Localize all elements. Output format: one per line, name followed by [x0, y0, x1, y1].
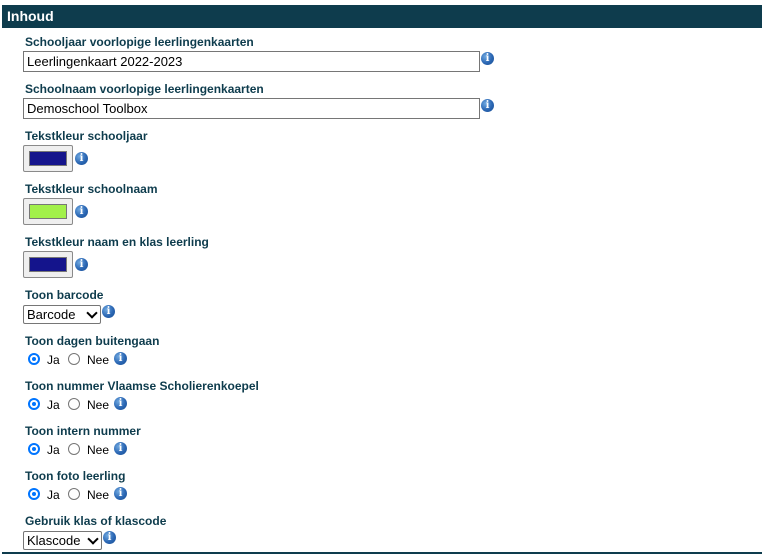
dagen-buitengaan-nee-radio[interactable] — [68, 353, 80, 365]
section-header: Inhoud — [2, 5, 762, 28]
foto-leerling-ja-label: Ja — [47, 488, 60, 502]
intern-nummer-label: Toon intern nummer — [25, 424, 141, 438]
foto-leerling-info-icon[interactable]: i — [114, 487, 127, 500]
barcode-select[interactable]: Barcode — [23, 305, 101, 324]
kleur-schooljaar-picker[interactable] — [23, 145, 73, 172]
kleur-leerling-label: Tekstkleur naam en klas leerling — [25, 235, 209, 249]
klas-klascode-select[interactable]: Klascode — [23, 531, 102, 550]
section-bottom-border — [2, 552, 762, 554]
klas-klascode-select-value: Klascode — [27, 533, 81, 548]
barcode-label: Toon barcode — [25, 288, 104, 302]
kleur-schoolnaam-picker[interactable] — [23, 198, 73, 225]
kleur-leerling-picker[interactable] — [23, 251, 73, 278]
schooljaar-label: Schooljaar voorlopige leerlingenkaarten — [25, 35, 254, 49]
barcode-info-icon[interactable]: i — [102, 305, 115, 318]
nummer-vsk-info-icon[interactable]: i — [114, 397, 127, 410]
schoolnaam-label: Schoolnaam voorlopige leerlingenkaarten — [25, 82, 264, 96]
foto-leerling-ja-radio[interactable] — [28, 488, 40, 500]
barcode-select-value: Barcode — [27, 307, 76, 322]
schooljaar-info-icon[interactable]: i — [481, 52, 494, 65]
kleur-schooljaar-fill — [29, 151, 67, 166]
section-title: Inhoud — [7, 8, 54, 24]
dagen-buitengaan-info-icon[interactable]: i — [114, 352, 127, 365]
klas-klascode-info-icon[interactable]: i — [103, 531, 116, 544]
dagen-buitengaan-label: Toon dagen buitengaan — [25, 334, 160, 348]
foto-leerling-label: Toon foto leerling — [25, 469, 126, 483]
kleur-schoolnaam-info-icon[interactable]: i — [75, 205, 88, 218]
chevron-down-icon — [87, 533, 99, 545]
schoolnaam-info-icon[interactable]: i — [481, 99, 494, 112]
nummer-vsk-ja-label: Ja — [47, 398, 60, 412]
kleur-schoolnaam-label: Tekstkleur schoolnaam — [25, 182, 158, 196]
schoolnaam-input[interactable] — [23, 98, 480, 119]
nummer-vsk-nee-label: Nee — [87, 398, 110, 412]
kleur-leerling-fill — [29, 257, 67, 272]
intern-nummer-info-icon[interactable]: i — [114, 442, 127, 455]
kleur-schooljaar-label: Tekstkleur schooljaar — [25, 129, 148, 143]
foto-leerling-nee-radio[interactable] — [68, 488, 80, 500]
dagen-buitengaan-ja-radio[interactable] — [28, 353, 40, 365]
intern-nummer-nee-radio[interactable] — [68, 443, 80, 455]
dagen-buitengaan-ja-label: Ja — [47, 353, 60, 367]
nummer-vsk-label: Toon nummer Vlaamse Scholierenkoepel — [25, 379, 259, 393]
foto-leerling-nee-label: Nee — [87, 488, 110, 502]
schooljaar-input[interactable] — [23, 51, 480, 72]
nummer-vsk-ja-radio[interactable] — [28, 398, 40, 410]
dagen-buitengaan-nee-label: Nee — [87, 353, 110, 367]
klas-klascode-label: Gebruik klas of klascode — [25, 514, 167, 528]
intern-nummer-nee-label: Nee — [87, 443, 110, 457]
nummer-vsk-nee-radio[interactable] — [68, 398, 80, 410]
kleur-leerling-info-icon[interactable]: i — [75, 258, 88, 271]
chevron-down-icon — [86, 307, 98, 319]
kleur-schooljaar-info-icon[interactable]: i — [75, 152, 88, 165]
intern-nummer-ja-label: Ja — [47, 443, 60, 457]
intern-nummer-ja-radio[interactable] — [28, 443, 40, 455]
kleur-schoolnaam-fill — [29, 204, 67, 219]
